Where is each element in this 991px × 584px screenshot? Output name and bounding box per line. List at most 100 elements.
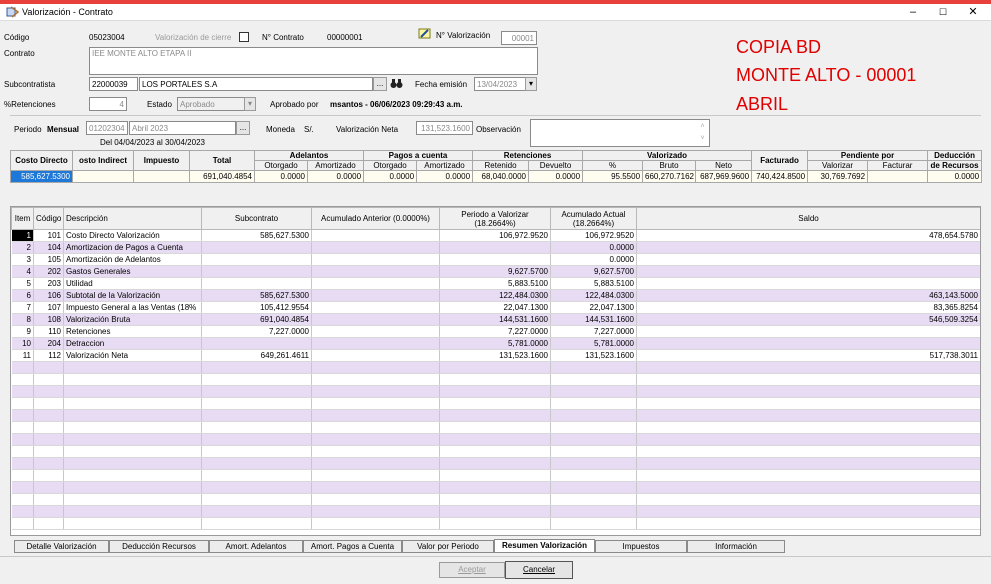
grid-cell-periodo[interactable]: 9,627.5700 <box>439 265 551 278</box>
table-row[interactable] <box>11 457 980 470</box>
tab-valor-por-periodo[interactable]: Valor por Periodo <box>402 540 494 553</box>
grid-cell-acumulado-anterior[interactable] <box>311 517 440 530</box>
subcontratista-code-field[interactable]: 22000039 <box>89 77 138 91</box>
grid-cell-codigo[interactable] <box>33 517 64 530</box>
sum-facturado-cell[interactable]: 740,424.8500 <box>751 170 809 183</box>
grid-h-codigo[interactable]: Código <box>33 207 64 230</box>
grid-cell-descripcion[interactable] <box>63 469 202 482</box>
grid-cell-saldo[interactable] <box>636 325 980 338</box>
grid-cell-item[interactable]: 9 <box>11 325 34 338</box>
grid-cell-acumulado-actual[interactable]: 0.0000 <box>550 241 637 254</box>
grid-cell-acumulado-anterior[interactable] <box>311 253 440 266</box>
grid-h-acumulado-actual[interactable]: Acumulado Actual (18.2664%) <box>550 207 637 230</box>
table-row[interactable]: 11 112 Valorización Neta 649,261.4611 131,52… <box>11 349 980 362</box>
grid-cell-saldo[interactable] <box>636 385 980 398</box>
grid-cell-subcontrato[interactable] <box>201 493 312 506</box>
binoculars-icon[interactable] <box>390 78 403 89</box>
grid-cell-acumulado-actual[interactable] <box>550 409 637 422</box>
grid-cell-descripcion[interactable]: Retenciones <box>63 325 202 338</box>
tab-resumen-valorizacion[interactable]: Resumen Valorización <box>494 539 595 553</box>
grid-cell-item[interactable]: 3 <box>11 253 34 266</box>
grid-cell-acumulado-actual[interactable]: 22,047.1300 <box>550 301 637 314</box>
grid-cell-acumulado-anterior[interactable] <box>311 325 440 338</box>
grid-cell-item[interactable]: 10 <box>11 337 34 350</box>
grid-cell-saldo[interactable] <box>636 253 980 266</box>
grid-cell-acumulado-actual[interactable] <box>550 493 637 506</box>
table-row[interactable]: 5 203 Utilidad 5,883.5100 5,883.5100 <box>11 277 980 290</box>
grid-cell-subcontrato[interactable] <box>201 421 312 434</box>
sum-pagos-otorgado-cell[interactable]: 0.0000 <box>363 170 418 183</box>
aceptar-button[interactable]: Aceptar <box>439 562 505 578</box>
grid-cell-subcontrato[interactable]: 7,227.0000 <box>201 325 312 338</box>
subcontratista-lookup-button[interactable]: ... <box>373 77 387 91</box>
grid-cell-acumulado-actual[interactable] <box>550 373 637 386</box>
grid-cell-saldo[interactable] <box>636 469 980 482</box>
table-row[interactable] <box>11 445 980 458</box>
grid-h-descripcion[interactable]: Descripción <box>63 207 202 230</box>
grid-cell-periodo[interactable] <box>439 457 551 470</box>
grid-cell-acumulado-anterior[interactable] <box>311 481 440 494</box>
grid-cell-periodo[interactable] <box>439 397 551 410</box>
grid-cell-acumulado-actual[interactable] <box>550 433 637 446</box>
grid-cell-item[interactable] <box>11 397 34 410</box>
grid-h-item[interactable]: Item <box>11 207 34 230</box>
grid-cell-periodo[interactable] <box>439 241 551 254</box>
grid-cell-descripcion[interactable]: Valorización Bruta <box>63 313 202 326</box>
estado-dropdown[interactable]: ▾ <box>244 97 256 111</box>
grid-cell-descripcion[interactable] <box>63 457 202 470</box>
grid-cell-item[interactable]: 7 <box>11 301 34 314</box>
sum-costo-indirecto-cell[interactable] <box>72 170 134 183</box>
sum-impuesto-cell[interactable] <box>133 170 190 183</box>
grid-cell-saldo[interactable] <box>636 457 980 470</box>
grid-cell-saldo[interactable] <box>636 397 980 410</box>
grid-cell-descripcion[interactable] <box>63 397 202 410</box>
grid-cell-codigo[interactable] <box>33 421 64 434</box>
sum-devuelto-cell[interactable]: 0.0000 <box>528 170 584 183</box>
grid-cell-acumulado-actual[interactable] <box>550 469 637 482</box>
sum-pagos-amortizado-cell[interactable]: 0.0000 <box>416 170 474 183</box>
grid-cell-acumulado-anterior[interactable] <box>311 397 440 410</box>
grid-cell-acumulado-anterior[interactable] <box>311 349 440 362</box>
sum-valorizar-cell[interactable]: 30,769.7692 <box>807 170 869 183</box>
table-row[interactable] <box>11 505 980 518</box>
grid-cell-periodo[interactable]: 106,972.9520 <box>439 229 551 242</box>
table-row[interactable] <box>11 397 980 410</box>
grid-cell-subcontrato[interactable]: 649,261.4611 <box>201 349 312 362</box>
grid-cell-subcontrato[interactable]: 585,627.5300 <box>201 229 312 242</box>
grid-cell-periodo[interactable] <box>439 481 551 494</box>
grid-cell-subcontrato[interactable] <box>201 397 312 410</box>
observacion-scrollbar[interactable]: ˄ ˅ <box>697 121 708 145</box>
grid-cell-saldo[interactable] <box>636 277 980 290</box>
cancelar-button[interactable]: Cancelar <box>505 561 573 579</box>
grid-cell-item[interactable] <box>11 457 34 470</box>
grid-cell-acumulado-actual[interactable]: 131,523.1600 <box>550 349 637 362</box>
grid-cell-codigo[interactable]: 112 <box>33 349 64 362</box>
grid-cell-subcontrato[interactable] <box>201 385 312 398</box>
minimize-button[interactable]: – <box>898 5 928 19</box>
tab-deduccion-recursos[interactable]: Deducción Recursos <box>109 540 209 553</box>
grid-cell-descripcion[interactable]: Detraccion <box>63 337 202 350</box>
grid-cell-subcontrato[interactable] <box>201 445 312 458</box>
edit-pencil-icon[interactable] <box>418 27 432 40</box>
close-button[interactable]: ✕ <box>958 5 988 19</box>
table-row[interactable] <box>11 493 980 506</box>
grid-cell-descripcion[interactable] <box>63 505 202 518</box>
grid-cell-acumulado-actual[interactable]: 7,227.0000 <box>550 325 637 338</box>
valorizacion-grid[interactable]: Item Código Descripción Subcontrato Acum… <box>10 206 981 536</box>
grid-cell-periodo[interactable] <box>439 385 551 398</box>
grid-h-saldo[interactable]: Saldo <box>636 207 980 230</box>
grid-cell-acumulado-actual[interactable] <box>550 445 637 458</box>
grid-cell-subcontrato[interactable] <box>201 337 312 350</box>
table-row[interactable] <box>11 385 980 398</box>
grid-cell-saldo[interactable] <box>636 445 980 458</box>
grid-cell-periodo[interactable] <box>439 361 551 374</box>
grid-cell-codigo[interactable]: 104 <box>33 241 64 254</box>
table-row[interactable]: 7 107 Impuesto General a las Ventas (18% 10… <box>11 301 980 314</box>
observacion-field[interactable] <box>530 119 710 147</box>
tab-amort-pagos-cuenta[interactable]: Amort. Pagos a Cuenta <box>303 540 402 553</box>
grid-cell-item[interactable] <box>11 469 34 482</box>
grid-cell-item[interactable] <box>11 421 34 434</box>
grid-cell-item[interactable]: 8 <box>11 313 34 326</box>
grid-cell-saldo[interactable] <box>636 337 980 350</box>
grid-cell-subcontrato[interactable] <box>201 469 312 482</box>
